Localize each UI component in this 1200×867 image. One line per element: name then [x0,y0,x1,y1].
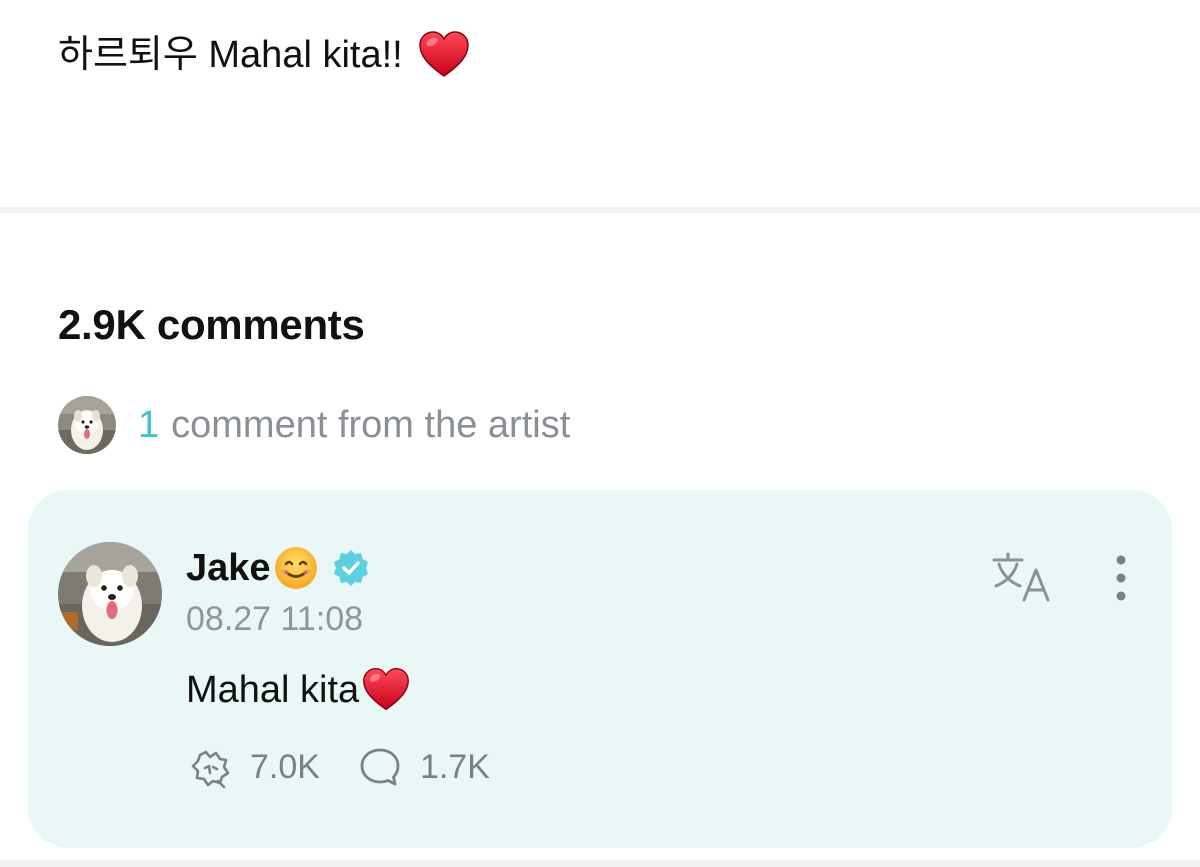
comments-count-heading: 2.9K comments [58,301,365,348]
comment-body: Mahal kita [186,660,411,720]
comment-text: Mahal kita [186,668,360,711]
artist-comment-label: comment from the artist [171,403,571,446]
comment-stats: 7.0K 1.7K [186,742,490,792]
artist-comment-card: Jake 08.27 11:08 Mahal kita 7.0K 1.7K [28,490,1172,848]
artist-comment-count: 1 [138,403,160,446]
comment-timestamp: 08.27 11:08 [186,600,364,638]
speech-bubble-icon[interactable] [356,743,404,791]
reply-count: 1.7K [419,747,490,786]
bottom-divider [0,860,1200,867]
dog-avatar-icon [58,396,116,454]
post-text-row: 하르퇴우 Mahal kita!! [58,28,471,82]
comment-author-name[interactable]: Jake [186,547,271,590]
artist-avatar [58,396,116,454]
like-paw-icon[interactable] [186,743,234,791]
smiling-face-icon [274,547,317,589]
comment-author-avatar[interactable] [58,542,162,646]
more-vertical-icon[interactable] [1102,552,1140,606]
red-heart-icon [363,668,410,711]
section-divider [0,207,1200,213]
comment-author-row: Jake [186,542,371,594]
dog-avatar-icon [58,542,162,646]
translate-icon[interactable] [990,550,1054,606]
verified-badge-icon [333,550,368,586]
red-heart-icon [418,31,469,77]
post-text: 하르퇴우 Mahal kita!! [58,34,403,76]
like-count: 7.0K [250,747,320,786]
artist-comments-link[interactable]: 1 comment from the artist [58,396,570,454]
